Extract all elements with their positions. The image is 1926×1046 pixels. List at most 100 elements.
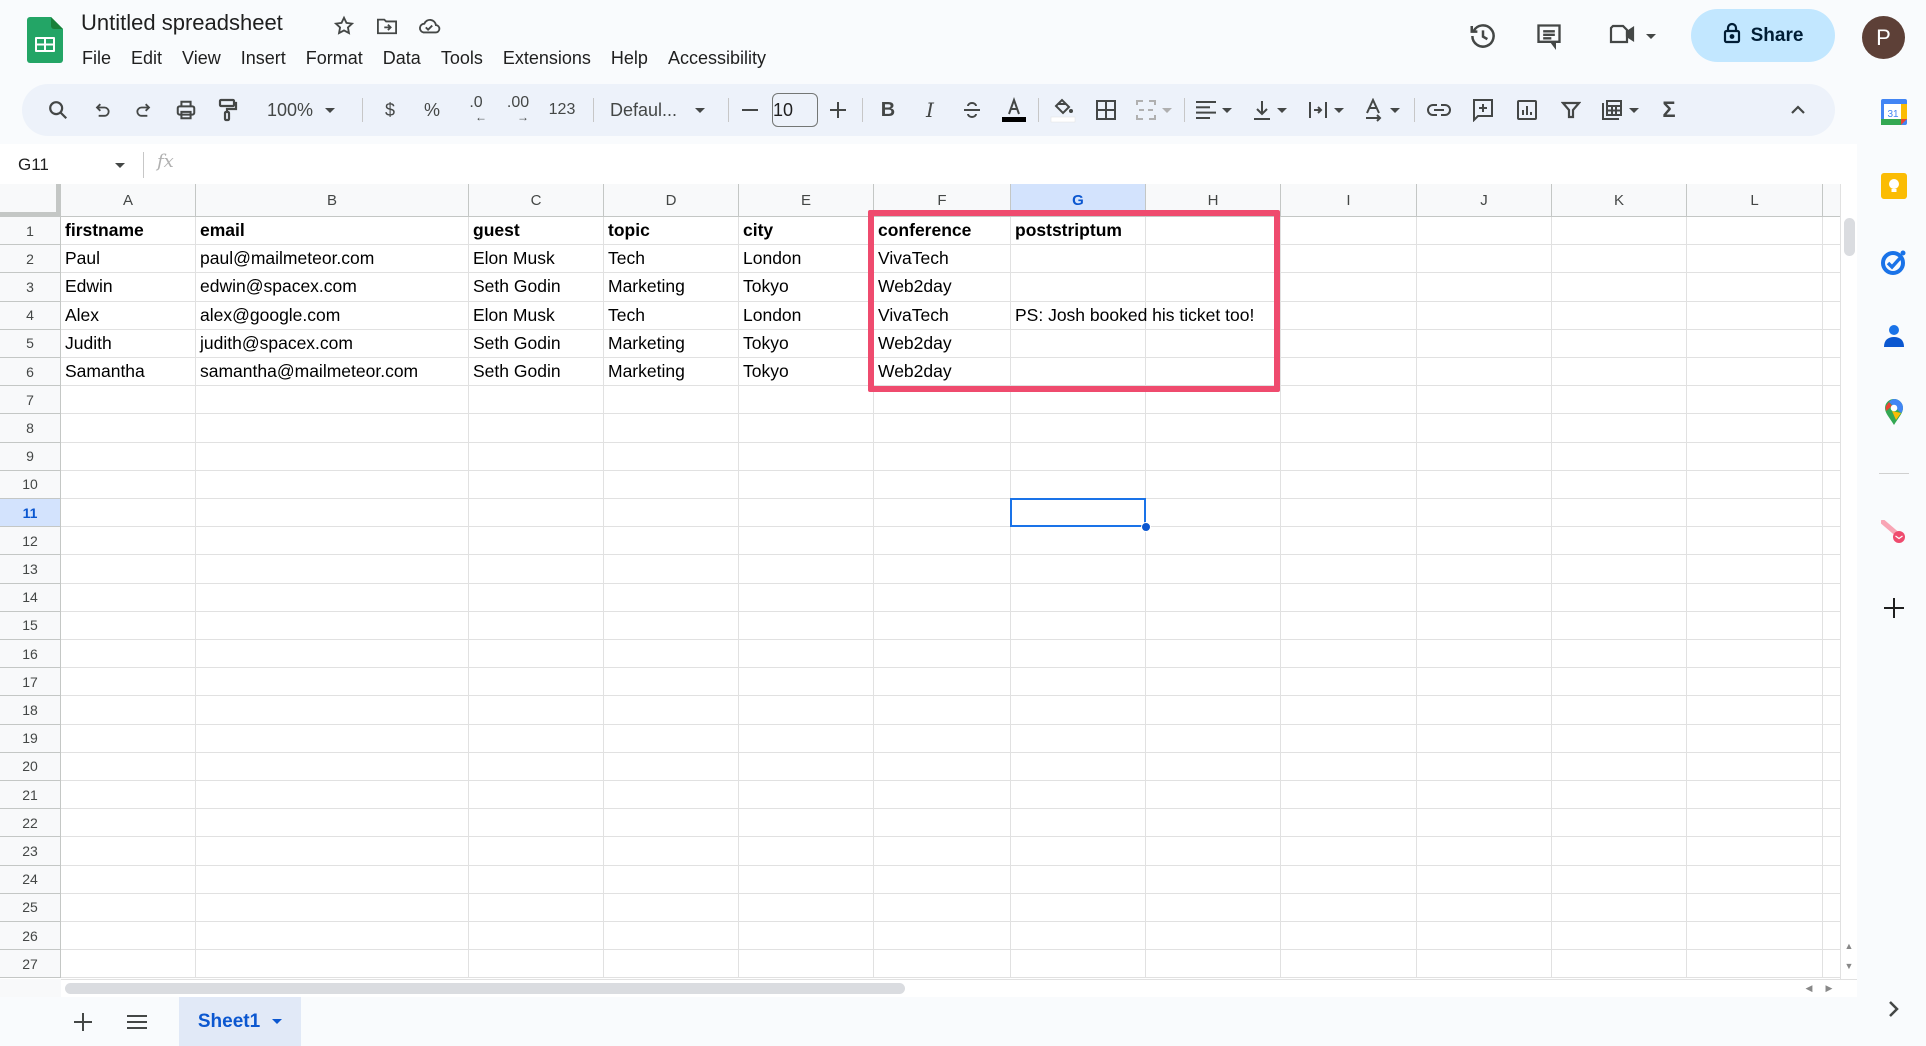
name-box[interactable]: G11 <box>18 152 128 178</box>
empty-cell[interactable] <box>469 781 604 810</box>
empty-cell[interactable] <box>1011 865 1146 894</box>
empty-cell[interactable] <box>874 414 1011 443</box>
header-cell[interactable]: firstname <box>61 217 196 246</box>
empty-cell[interactable] <box>604 809 739 838</box>
empty-cell[interactable] <box>61 809 196 838</box>
header-cell[interactable]: email <box>196 217 469 246</box>
column-header-c[interactable]: C <box>469 184 604 217</box>
empty-cell[interactable] <box>61 781 196 810</box>
column-header-i[interactable]: I <box>1281 184 1417 217</box>
empty-cell[interactable] <box>604 837 739 866</box>
table-cell[interactable]: Tech <box>604 301 739 330</box>
empty-cell[interactable] <box>1552 809 1687 838</box>
empty-cell[interactable] <box>1146 499 1281 528</box>
empty-cell[interactable] <box>1281 358 1417 387</box>
table-cell[interactable]: Elon Musk <box>469 245 604 274</box>
empty-cell[interactable] <box>739 865 874 894</box>
empty-cell[interactable] <box>1552 696 1687 725</box>
empty-cell[interactable] <box>1823 273 1840 302</box>
empty-cell[interactable] <box>1146 611 1281 640</box>
empty-cell[interactable] <box>196 527 469 556</box>
empty-cell[interactable] <box>196 555 469 584</box>
row-header-12[interactable]: 12 <box>0 527 61 556</box>
empty-cell[interactable] <box>1823 781 1840 810</box>
empty-cell[interactable] <box>469 442 604 471</box>
table-cell[interactable]: Web2day <box>874 358 1011 387</box>
paint-format-icon[interactable] <box>210 84 246 136</box>
empty-cell[interactable] <box>1146 640 1281 669</box>
row-header-21[interactable]: 21 <box>0 781 61 810</box>
format-currency-button[interactable]: $ <box>372 84 408 136</box>
empty-cell[interactable] <box>1281 893 1417 922</box>
table-cell[interactable] <box>1011 245 1146 274</box>
merge-cells-button[interactable] <box>1130 84 1178 136</box>
vertical-align-button[interactable] <box>1246 84 1294 136</box>
undo-icon[interactable] <box>84 84 120 136</box>
row-header-22[interactable]: 22 <box>0 809 61 838</box>
empty-cell[interactable] <box>469 752 604 781</box>
empty-cell[interactable] <box>604 640 739 669</box>
empty-cell[interactable] <box>874 724 1011 753</box>
decrease-font-size-button[interactable] <box>734 84 766 136</box>
empty-cell[interactable] <box>1146 329 1281 358</box>
empty-cell[interactable] <box>61 470 196 499</box>
empty-cell[interactable] <box>196 611 469 640</box>
scroll-right-icon[interactable]: ▶ <box>1820 980 1838 997</box>
empty-cell[interactable] <box>1687 640 1823 669</box>
chevron-down-icon[interactable] <box>115 163 125 168</box>
empty-cell[interactable] <box>1146 724 1281 753</box>
more-formats-button[interactable]: 123 <box>542 84 582 136</box>
empty-cell[interactable] <box>1146 696 1281 725</box>
scroll-down-icon[interactable]: ▼ <box>1841 956 1857 976</box>
empty-cell[interactable] <box>1823 809 1840 838</box>
empty-cell[interactable] <box>1552 301 1687 330</box>
empty-cell[interactable] <box>1552 893 1687 922</box>
empty-cell[interactable] <box>1011 640 1146 669</box>
empty-cell[interactable] <box>1281 668 1417 697</box>
table-cell[interactable] <box>1011 329 1146 358</box>
empty-cell[interactable] <box>1146 752 1281 781</box>
empty-cell[interactable] <box>1146 386 1281 415</box>
empty-cell[interactable] <box>1552 386 1687 415</box>
strikethrough-icon[interactable] <box>954 84 990 136</box>
empty-cell[interactable] <box>1552 583 1687 612</box>
empty-cell[interactable] <box>1552 922 1687 951</box>
empty-cell[interactable] <box>1146 922 1281 951</box>
empty-cell[interactable] <box>1281 217 1417 246</box>
empty-cell[interactable] <box>1552 414 1687 443</box>
empty-cell[interactable] <box>1417 668 1552 697</box>
empty-cell[interactable] <box>61 837 196 866</box>
empty-cell[interactable] <box>1687 470 1823 499</box>
empty-cell[interactable] <box>1281 555 1417 584</box>
empty-cell[interactable] <box>1281 865 1417 894</box>
menu-file[interactable]: File <box>72 44 121 72</box>
table-cell[interactable]: Web2day <box>874 329 1011 358</box>
empty-cell[interactable] <box>739 668 874 697</box>
empty-cell[interactable] <box>739 414 874 443</box>
empty-cell[interactable] <box>874 555 1011 584</box>
row-header-18[interactable]: 18 <box>0 696 61 725</box>
row-header-14[interactable]: 14 <box>0 583 61 612</box>
increase-font-size-button[interactable] <box>822 84 854 136</box>
empty-cell[interactable] <box>1552 724 1687 753</box>
empty-cell[interactable] <box>1687 724 1823 753</box>
menu-help[interactable]: Help <box>601 44 658 72</box>
table-cell[interactable]: Marketing <box>604 273 739 302</box>
empty-cell[interactable] <box>61 668 196 697</box>
empty-cell[interactable] <box>739 442 874 471</box>
empty-cell[interactable] <box>1281 809 1417 838</box>
empty-cell[interactable] <box>1823 217 1840 246</box>
empty-cell[interactable] <box>739 724 874 753</box>
empty-cell[interactable] <box>196 922 469 951</box>
empty-cell[interactable] <box>1687 245 1823 274</box>
empty-cell[interactable] <box>1552 273 1687 302</box>
empty-cell[interactable] <box>604 696 739 725</box>
select-all-corner[interactable] <box>0 184 61 217</box>
empty-cell[interactable] <box>1281 611 1417 640</box>
empty-cell[interactable] <box>1011 809 1146 838</box>
empty-cell[interactable] <box>469 950 604 979</box>
empty-cell[interactable] <box>874 668 1011 697</box>
add-sheet-button[interactable] <box>68 1007 98 1037</box>
empty-cell[interactable] <box>874 470 1011 499</box>
empty-cell[interactable] <box>61 922 196 951</box>
